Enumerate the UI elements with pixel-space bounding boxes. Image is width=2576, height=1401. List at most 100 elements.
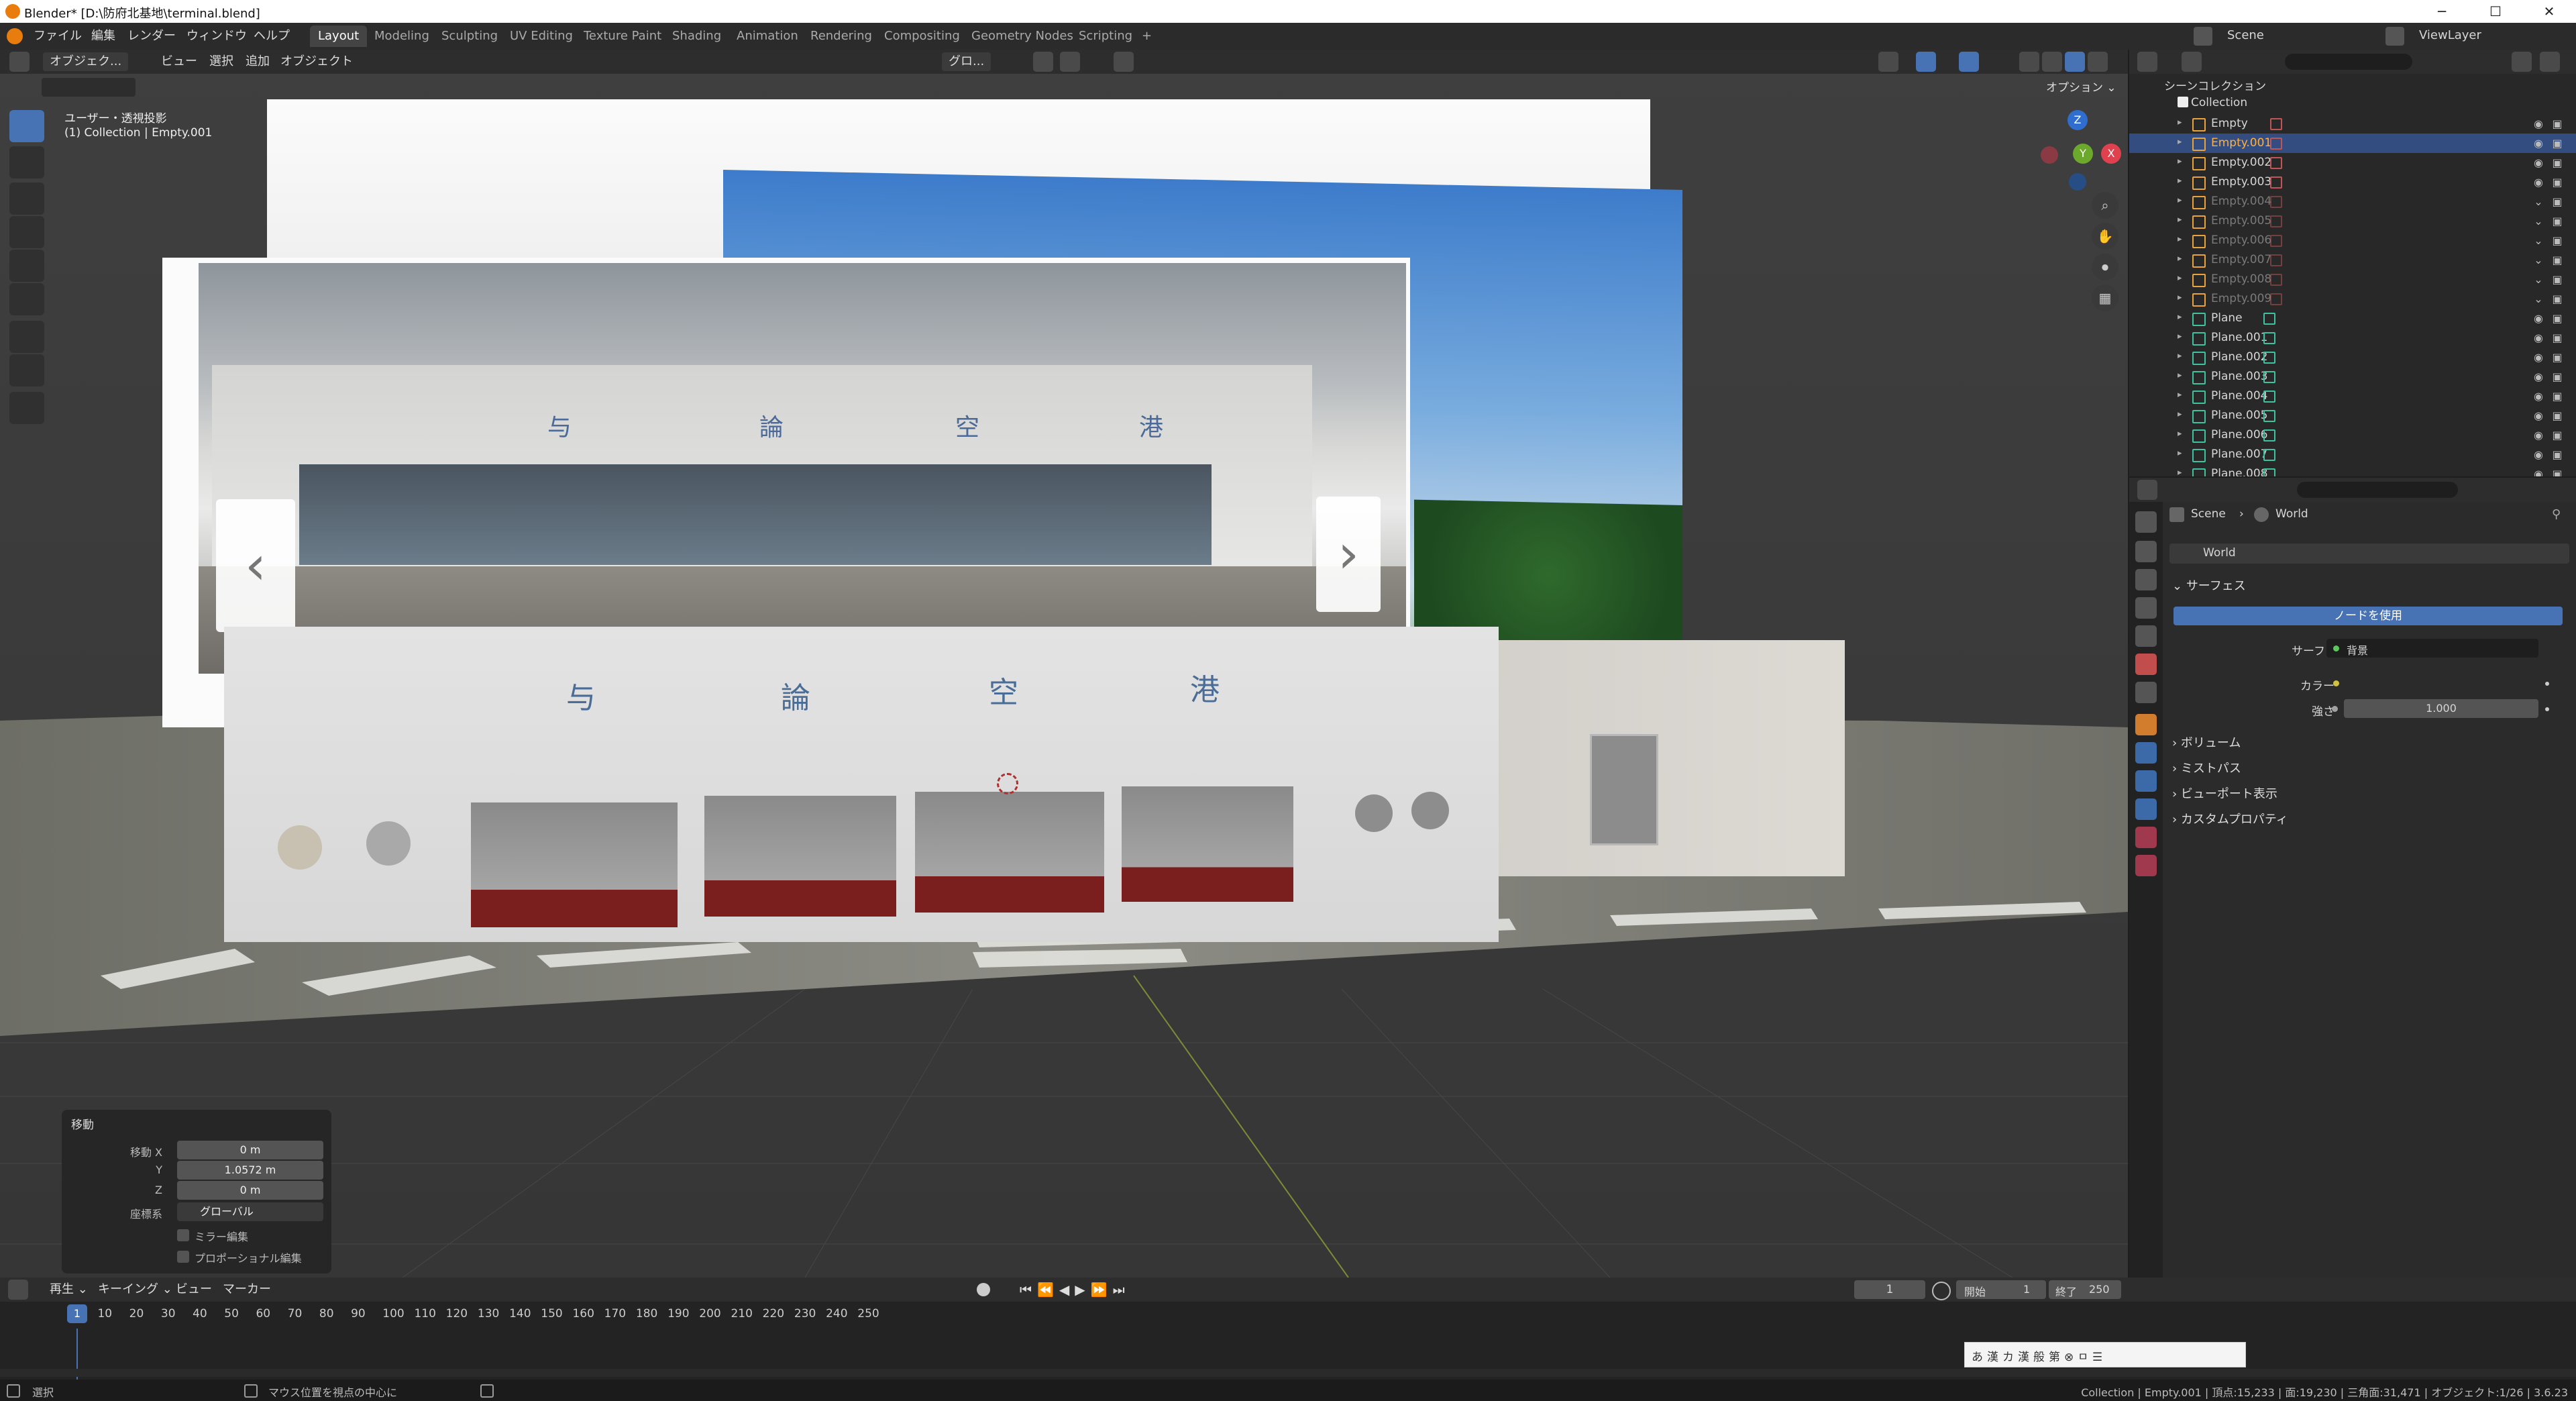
visibility-eye-icon[interactable]: ◉ xyxy=(2532,331,2545,345)
empty-data-icon[interactable] xyxy=(2270,235,2282,247)
expand-arrow-icon[interactable]: ▸ xyxy=(2178,293,2182,303)
menu-file[interactable]: ファイル xyxy=(28,27,87,46)
measure-tool-icon[interactable] xyxy=(9,354,44,386)
ime-button[interactable]: 漢 xyxy=(1987,1351,2002,1364)
empty-data-icon[interactable] xyxy=(2270,176,2282,189)
tab-scripting[interactable]: Scripting xyxy=(1071,25,1140,47)
world-tab-icon[interactable] xyxy=(2135,654,2157,675)
editor-type-icon[interactable] xyxy=(9,52,30,72)
tab-texture-paint[interactable]: Texture Paint xyxy=(576,25,669,47)
expand-arrow-icon[interactable]: ▸ xyxy=(2178,156,2182,166)
maximize-button[interactable]: ☐ xyxy=(2469,0,2522,23)
expand-arrow-icon[interactable]: ▸ xyxy=(2178,273,2182,283)
expand-arrow-icon[interactable]: ▸ xyxy=(2178,195,2182,205)
tab-shading[interactable]: Shading xyxy=(664,25,729,47)
expand-arrow-icon[interactable]: ▸ xyxy=(2178,215,2182,225)
render-camera-icon[interactable]: ▣ xyxy=(2551,234,2564,248)
outliner-row[interactable]: ▸ Empty.008 ⌄ ▣ xyxy=(2129,270,2576,289)
annotate-tool-icon[interactable] xyxy=(9,321,44,353)
scale-tool-icon[interactable] xyxy=(9,250,44,282)
transform-tool-icon[interactable] xyxy=(9,283,44,315)
render-camera-icon[interactable]: ▣ xyxy=(2551,254,2564,267)
expand-arrow-icon[interactable]: ▸ xyxy=(2178,468,2182,476)
3d-viewport[interactable]: 与 論 空 港 ‹ › 与 論 空 港 オブジェク... ビュー 選択 追加 オ… xyxy=(0,50,2128,1278)
empty-data-icon[interactable] xyxy=(2270,157,2282,169)
expand-arrow-icon[interactable]: ▸ xyxy=(2178,176,2182,186)
outliner-row[interactable]: ▸ Empty.009 ⌄ ▣ xyxy=(2129,289,2576,309)
visibility-eye-icon[interactable]: ◉ xyxy=(2532,429,2545,442)
render-camera-icon[interactable]: ▣ xyxy=(2551,468,2564,476)
visibility-eye-icon[interactable]: ⌄ xyxy=(2532,293,2545,306)
visibility-eye-icon[interactable]: ◉ xyxy=(2532,137,2545,150)
move-tool-icon[interactable] xyxy=(9,183,44,215)
visibility-eye-icon[interactable]: ◉ xyxy=(2532,409,2545,423)
gizmo-y-axis[interactable]: Y xyxy=(2073,144,2093,164)
custom-properties-section-header[interactable]: › カスタムプロパティ xyxy=(2172,809,2288,831)
visibility-eye-icon[interactable]: ◉ xyxy=(2532,370,2545,384)
render-camera-icon[interactable]: ▣ xyxy=(2551,370,2564,384)
mesh-data-icon[interactable] xyxy=(2263,313,2275,325)
mesh-data-icon[interactable] xyxy=(2263,391,2275,403)
mesh-data-icon[interactable] xyxy=(2263,332,2275,344)
ime-toolbar[interactable]: あ漢カ漢般第⊗ㅁ☰ xyxy=(1964,1342,2246,1367)
proportional-edit-icon[interactable] xyxy=(1114,52,1134,72)
wireframe-shading-icon[interactable] xyxy=(2019,52,2039,72)
ime-button[interactable]: ☰ xyxy=(2092,1351,2106,1364)
ime-button[interactable]: 漢 xyxy=(2018,1351,2033,1364)
empty-data-icon[interactable] xyxy=(2270,293,2282,305)
expand-arrow-icon[interactable]: ▸ xyxy=(2178,117,2182,127)
view-layer-selector[interactable]: ViewLayer xyxy=(2419,28,2481,42)
tool-tab-icon[interactable] xyxy=(2135,511,2157,533)
outliner-row[interactable]: ▸ Empty.001 ◉ ▣ xyxy=(2129,134,2576,153)
filter-icon[interactable] xyxy=(2512,52,2532,72)
photo-prev-arrow[interactable]: ‹ xyxy=(216,499,295,632)
render-camera-icon[interactable]: ▣ xyxy=(2551,215,2564,228)
expand-arrow-icon[interactable]: ▸ xyxy=(2178,370,2182,380)
render-tab-icon[interactable] xyxy=(2135,541,2157,562)
outliner-row[interactable]: ▸ Empty.007 ⌄ ▣ xyxy=(2129,250,2576,270)
color-field[interactable] xyxy=(2326,674,2538,692)
empty-data-icon[interactable] xyxy=(2270,215,2282,227)
add-workspace-button[interactable]: + xyxy=(1134,25,1160,47)
surface-section-header[interactable]: ⌄ サーフェス xyxy=(2172,576,2246,597)
menu-window[interactable]: ウィンドウ xyxy=(181,27,252,46)
outliner-row[interactable]: ▸ Plane.001 ◉ ▣ xyxy=(2129,328,2576,348)
gizmo-toggle-icon[interactable] xyxy=(1916,52,1936,72)
visibility-eye-icon[interactable]: ◉ xyxy=(2532,390,2545,403)
gizmo-x-axis[interactable]: X xyxy=(2101,144,2121,164)
tab-compositing[interactable]: Compositing xyxy=(876,25,968,47)
tab-rendering[interactable]: Rendering xyxy=(802,25,880,47)
ime-buttons[interactable]: あ漢カ漢般第⊗ㅁ☰ xyxy=(1972,1347,2106,1364)
playhead-frame[interactable]: 1 xyxy=(67,1304,87,1323)
tab-uv-editing[interactable]: UV Editing xyxy=(502,25,581,47)
viewport-menu-view[interactable]: ビュー xyxy=(154,52,204,71)
breadcrumb-world[interactable]: World xyxy=(2275,507,2308,521)
render-camera-icon[interactable]: ▣ xyxy=(2551,176,2564,189)
menu-render[interactable]: レンダー xyxy=(122,27,181,46)
render-camera-icon[interactable]: ▣ xyxy=(2551,137,2564,150)
tab-animation[interactable]: Animation xyxy=(729,25,806,47)
render-camera-icon[interactable]: ▣ xyxy=(2551,293,2564,306)
move-z-field[interactable]: 0 m xyxy=(177,1181,323,1200)
scene-tab-icon[interactable] xyxy=(2135,625,2157,647)
select-box-tool-icon[interactable] xyxy=(9,110,44,142)
outliner-search-input[interactable] xyxy=(2285,54,2412,70)
ime-button[interactable]: あ xyxy=(1972,1351,1987,1364)
visibility-eye-icon[interactable]: ⌄ xyxy=(2532,215,2545,228)
mesh-data-icon[interactable] xyxy=(2263,449,2275,461)
strength-field[interactable]: 1.000 xyxy=(2332,699,2538,718)
outliner-row[interactable]: ▸ Plane.005 ◉ ▣ xyxy=(2129,406,2576,425)
breadcrumb-scene[interactable]: Scene xyxy=(2191,507,2226,521)
surface-shader-field[interactable]: 背景 xyxy=(2326,639,2538,658)
zoom-icon[interactable]: ⌕ xyxy=(2092,192,2118,219)
visibility-eye-icon[interactable]: ⌄ xyxy=(2532,234,2545,248)
pivot-icon[interactable] xyxy=(1033,52,1053,72)
pin-icon[interactable]: ⚲ xyxy=(2552,507,2567,522)
mesh-data-icon[interactable] xyxy=(2263,410,2275,422)
operator-panel-title[interactable]: 移動 xyxy=(71,1115,94,1132)
expand-arrow-icon[interactable]: ▸ xyxy=(2178,448,2182,458)
visibility-eye-icon[interactable]: ⌄ xyxy=(2532,254,2545,267)
render-camera-icon[interactable]: ▣ xyxy=(2551,273,2564,287)
strength-keyframe-dot[interactable] xyxy=(2545,707,2549,711)
visibility-eye-icon[interactable]: ◉ xyxy=(2532,176,2545,189)
